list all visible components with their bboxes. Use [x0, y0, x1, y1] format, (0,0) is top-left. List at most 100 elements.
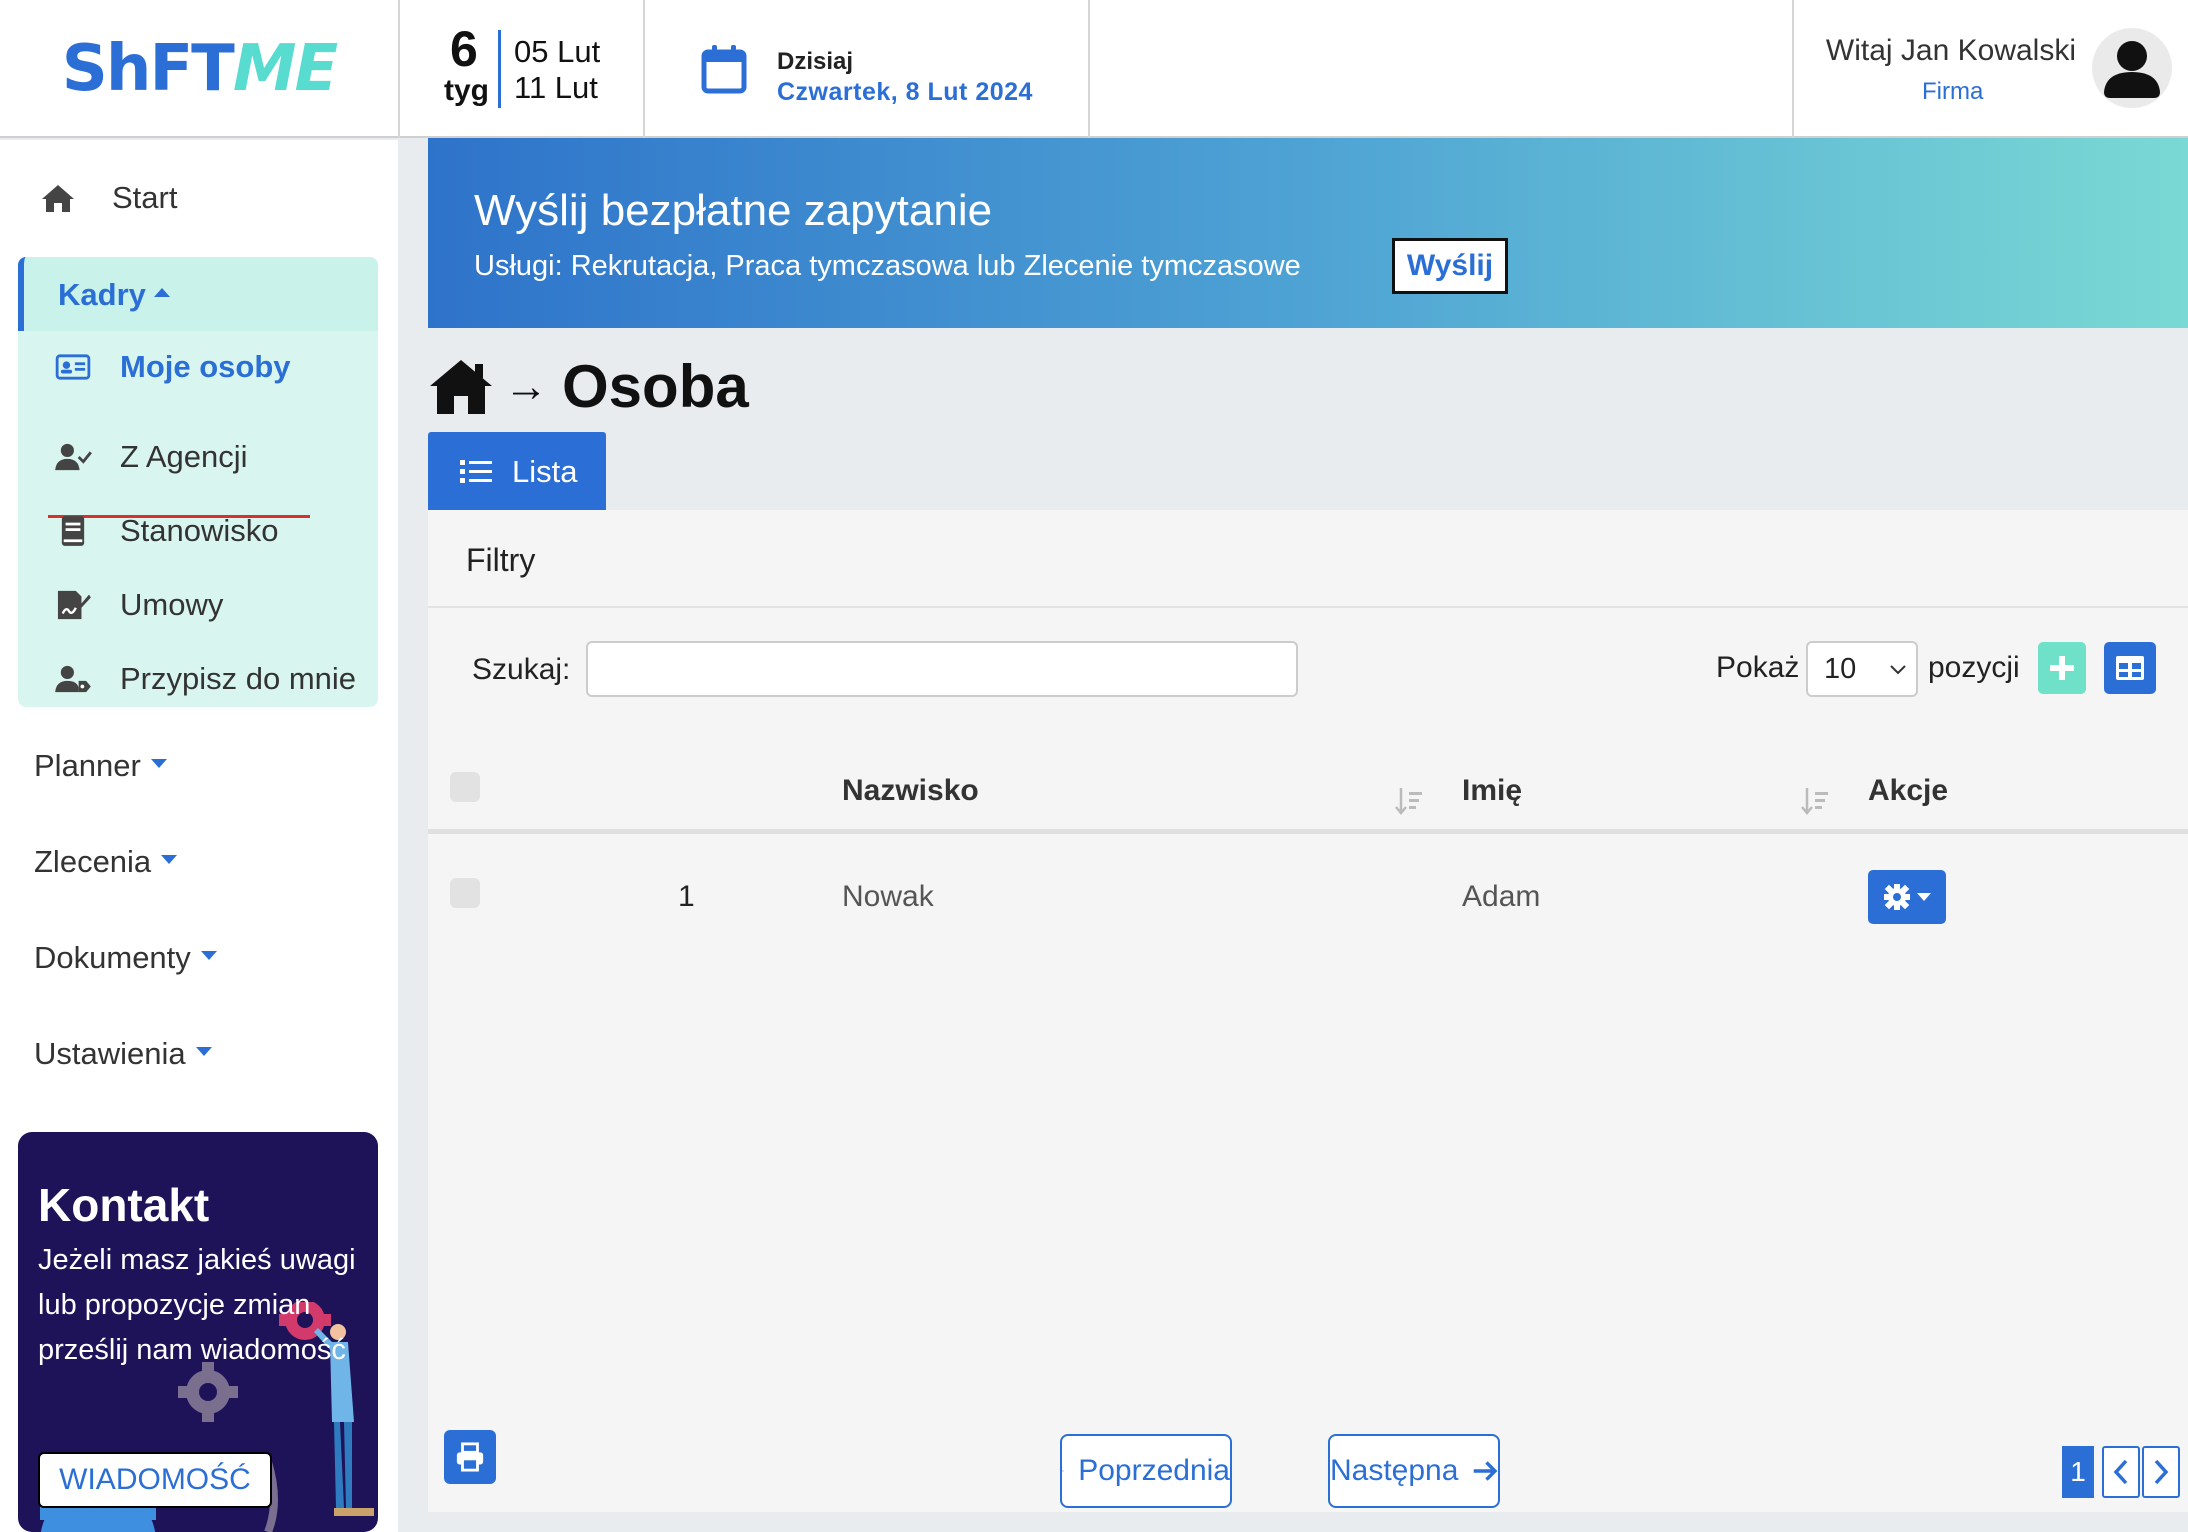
sidebar-item-ustawienia[interactable]: Ustawienia — [34, 1036, 212, 1072]
next-page-button[interactable]: Następna — [1328, 1434, 1500, 1508]
logo-text-main: ShFT — [61, 32, 235, 106]
row-actions-button[interactable] — [1868, 870, 1946, 924]
sidebar-item-planner[interactable]: Planner — [34, 748, 167, 784]
columns-button[interactable] — [2104, 642, 2156, 694]
caret-down-icon — [161, 855, 178, 865]
sidebar-item-label: Przypisz do mnie — [120, 661, 357, 696]
contact-text: Jeżeli masz jakieś uwagi lub propozycje … — [38, 1244, 356, 1366]
page-size-value: 10 — [1824, 652, 1857, 685]
week-indicator: 6 tyg 05 Lut 11 Lut — [400, 0, 645, 138]
message-button[interactable]: WIADOMOŚĆ — [38, 1452, 272, 1508]
sidebar-item-label: Start — [112, 180, 178, 215]
week-start-date: 05 Lut — [514, 34, 601, 69]
page-size-select[interactable]: 10 — [1806, 641, 1918, 697]
sidebar-item-kadry[interactable]: Kadry — [18, 257, 378, 331]
plus-icon — [2050, 656, 2074, 680]
signature-icon — [54, 588, 92, 622]
column-header-imie[interactable]: Imię — [1462, 774, 1522, 808]
contact-title: Kontakt — [38, 1179, 210, 1231]
user-menu[interactable]: Witaj Jan Kowalski Firma — [1792, 0, 2188, 138]
row-index: 1 — [678, 880, 695, 913]
previous-label: Poprzednia — [1078, 1454, 1230, 1487]
previous-page-button[interactable]: Poprzednia — [1060, 1434, 1232, 1508]
column-header-akcje: Akcje — [1868, 774, 1949, 807]
chevron-down-icon — [1890, 665, 1906, 675]
chevron-left-icon — [2113, 1459, 2128, 1485]
caret-down-icon — [195, 1047, 212, 1057]
page-next-arrow[interactable] — [2142, 1446, 2180, 1498]
breadcrumb: → Osoba — [428, 352, 749, 421]
cell-imie: Adam — [1462, 880, 1541, 913]
cell-nazwisko: Nowak — [842, 880, 934, 913]
logo-text-accent: ME — [232, 32, 338, 106]
caret-up-icon — [153, 288, 170, 298]
table-header: Nazwisko Imię Akcje — [428, 746, 2188, 834]
sidebar-item-label: Umowy — [120, 587, 224, 622]
sidebar-item-z-agencji[interactable]: Z Agencji — [54, 439, 248, 475]
sidebar-item-label: Stanowisko — [120, 513, 279, 548]
current-page-indicator[interactable]: 1 — [2062, 1446, 2094, 1498]
sidebar-item-label: Zlecenia — [34, 844, 152, 879]
sidebar-item-zlecenia[interactable]: Zlecenia — [34, 844, 178, 880]
user-greeting: Witaj Jan Kowalski — [1825, 34, 2076, 67]
sidebar-item-label: Dokumenty — [34, 940, 191, 975]
next-label: Następna — [1330, 1454, 1459, 1487]
gear-icon — [1884, 884, 1931, 910]
sidebar-item-przypisz-do-mnie[interactable]: Przypisz do mnie — [54, 661, 356, 697]
contact-card: Kontakt Jeżeli masz jakieś uwagi lub pro… — [18, 1132, 378, 1532]
sidebar-item-label: Planner — [34, 748, 141, 783]
avatar[interactable] — [2092, 28, 2172, 108]
sort-icon[interactable] — [1394, 786, 1424, 816]
table-row[interactable]: 1 Nowak Adam — [428, 842, 2188, 942]
sidebar-item-start[interactable]: Start — [40, 180, 177, 216]
sidebar-group-kadry: Kadry Moje osoby Z Agencji Stanowisko Um… — [18, 257, 378, 707]
logo[interactable]: ShFTME — [0, 0, 400, 138]
user-tag-icon — [54, 662, 92, 696]
sort-icon[interactable] — [1800, 786, 1830, 816]
caret-down-icon — [150, 759, 167, 769]
user-icon — [2104, 41, 2160, 98]
send-inquiry-button[interactable]: Wyślij — [1392, 238, 1508, 294]
sidebar-item-dokumenty[interactable]: Dokumenty — [34, 940, 217, 976]
list-icon — [460, 460, 492, 483]
sidebar-item-label: Kadry — [58, 277, 146, 312]
sidebar-item-label: Moje osoby — [120, 349, 291, 384]
sidebar-item-label: Z Agencji — [120, 439, 248, 474]
banner-subtitle: Usługi: Rekrutacja, Praca tymczasowa lub… — [474, 250, 1301, 282]
chevron-right-icon — [2154, 1459, 2169, 1485]
add-button[interactable] — [2038, 642, 2086, 694]
sidebar-item-umowy[interactable]: Umowy — [54, 587, 223, 623]
banner-title: Wyślij bezpłatne zapytanie — [474, 186, 993, 235]
home-icon[interactable] — [428, 358, 494, 416]
tab-lista[interactable]: Lista — [428, 432, 606, 512]
page-prev-arrow[interactable] — [2102, 1446, 2140, 1498]
arrow-left-icon — [1062, 1470, 1065, 1472]
top-header: ShFTME 6 tyg 05 Lut 11 Lut Dzisiaj Czwar… — [0, 0, 2188, 138]
arrow-right-icon — [1474, 1461, 1498, 1481]
sidebar-item-stanowisko[interactable]: Stanowisko — [54, 513, 279, 549]
caret-down-icon — [200, 951, 217, 961]
search-input[interactable] — [586, 641, 1298, 697]
filters-toggle[interactable]: Filtry — [428, 510, 2188, 608]
search-label: Szukaj: — [472, 653, 571, 686]
home-icon — [42, 185, 74, 212]
print-icon — [456, 1442, 484, 1472]
today-indicator: Dzisiaj Czwartek, 8 Lut 2024 — [645, 0, 1090, 138]
print-button[interactable] — [444, 1430, 496, 1484]
row-checkbox[interactable] — [450, 878, 480, 908]
user-check-icon — [54, 440, 92, 474]
book-icon — [54, 514, 92, 548]
show-label: Pokaż — [1716, 651, 1800, 684]
today-label: Dzisiaj — [777, 48, 854, 75]
calendar-icon — [701, 45, 747, 94]
tab-label: Lista — [512, 454, 578, 489]
breadcrumb-arrow-icon: → — [504, 361, 548, 411]
today-date: Czwartek, 8 Lut 2024 — [777, 78, 1033, 106]
user-role: Firma — [1922, 78, 1984, 105]
sidebar-item-moje-osoby[interactable]: Moje osoby — [54, 349, 291, 385]
page-title: Osoba — [562, 353, 749, 420]
select-all-checkbox[interactable] — [450, 772, 480, 802]
positions-label: pozycji — [1928, 651, 2020, 684]
column-header-nazwisko[interactable]: Nazwisko — [842, 774, 979, 808]
sidebar-item-label: Ustawienia — [34, 1036, 186, 1071]
